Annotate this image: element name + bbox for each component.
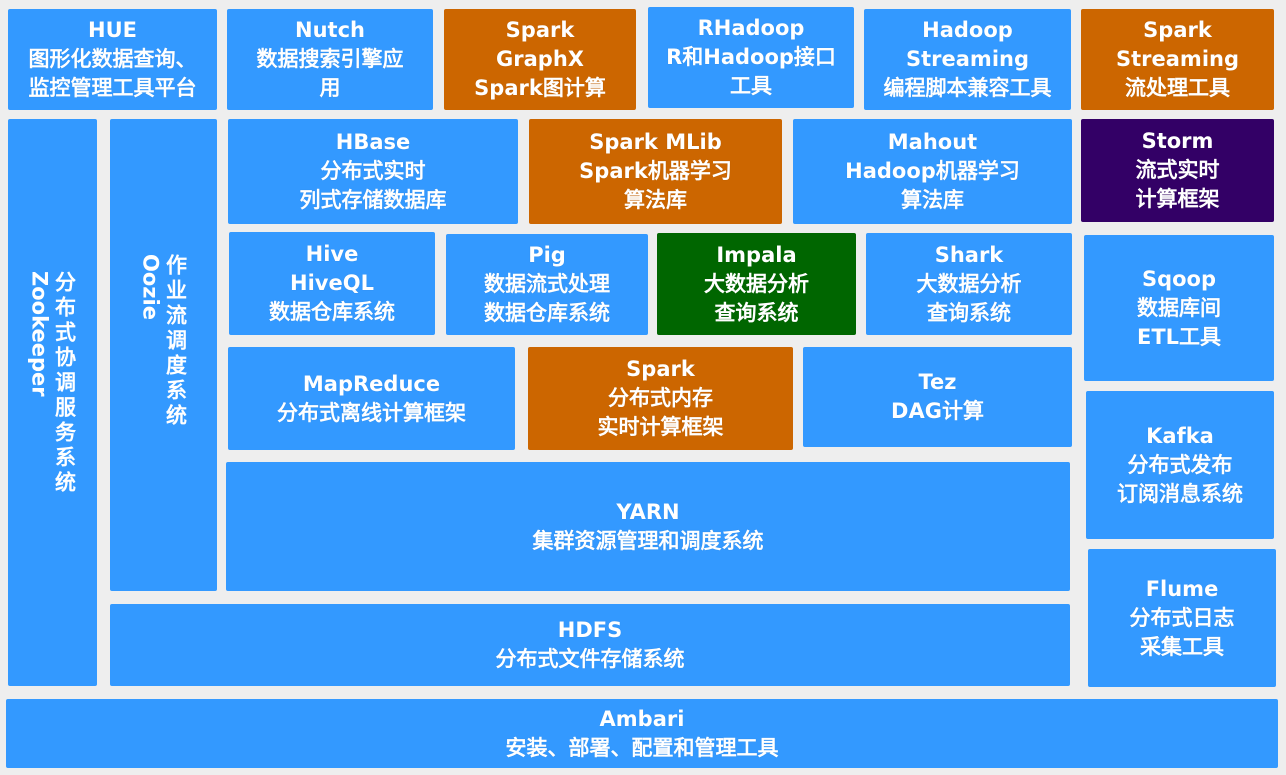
nutch-desc-2: 用 — [319, 76, 341, 100]
mahout-desc-1: Hadoop机器学习 — [845, 159, 1020, 183]
sqoop-block: Sqoop 数据库间 ETL工具 — [1084, 235, 1274, 381]
hadoop-streaming-block: Hadoop Streaming 编程脚本兼容工具 — [864, 9, 1071, 110]
pig-desc-1: 数据流式处理 — [484, 272, 610, 296]
spark-graphx-desc: Spark图计算 — [474, 76, 606, 100]
spark-streaming-title-1: Spark — [1143, 18, 1212, 42]
zookeeper-desc: 分布式协调服务系统 — [52, 271, 77, 496]
spark-block: Spark 分布式内存 实时计算框架 — [528, 347, 793, 450]
hue-desc-2: 监控管理工具平台 — [28, 76, 197, 100]
zookeeper-block: Zookeeper 分布式协调服务系统 — [8, 119, 97, 686]
spark-streaming-desc: 流处理工具 — [1125, 76, 1230, 100]
spark-desc-2: 实时计算框架 — [597, 415, 724, 439]
shark-block: Shark 大数据分析 查询系统 — [866, 233, 1072, 335]
mapreduce-block: MapReduce 分布式离线计算框架 — [228, 347, 515, 450]
hive-desc-1: HiveQL — [290, 271, 374, 295]
rhadoop-title: RHadoop — [697, 16, 805, 40]
impala-desc-1: 大数据分析 — [704, 271, 809, 296]
spark-mlib-desc-2: 算法库 — [624, 188, 687, 212]
impala-desc-2: 查询系统 — [714, 300, 799, 325]
ambari-block: Ambari 安装、部署、配置和管理工具 — [6, 699, 1278, 768]
nutch-block: Nutch 数据搜索引擎应 用 — [227, 9, 433, 110]
impala-block: Impala 大数据分析 查询系统 — [657, 233, 856, 335]
tez-title: Tez — [918, 370, 957, 394]
storm-title: Storm — [1141, 129, 1214, 153]
hbase-block: HBase 分布式实时 列式存储数据库 — [228, 119, 518, 224]
spark-graphx-block: Spark GraphX Spark图计算 — [444, 9, 636, 110]
zookeeper-title: Zookeeper — [27, 271, 52, 397]
flume-block: Flume 分布式日志 采集工具 — [1088, 549, 1276, 687]
hdfs-title: HDFS — [557, 618, 623, 642]
hbase-desc-1: 分布式实时 — [320, 159, 426, 183]
rhadoop-desc-1: R和Hadoop接口 — [666, 45, 836, 69]
hive-title: Hive — [305, 242, 359, 266]
storm-desc-1: 流式实时 — [1135, 158, 1220, 182]
flume-desc-2: 采集工具 — [1140, 634, 1224, 659]
kafka-desc-1: 分布式发布 — [1127, 452, 1233, 477]
mapreduce-title: MapReduce — [302, 371, 441, 396]
yarn-block: YARN 集群资源管理和调度系统 — [226, 462, 1070, 591]
sqoop-desc-1: 数据库间 — [1137, 295, 1221, 320]
mahout-desc-2: 算法库 — [901, 188, 964, 212]
flume-desc-1: 分布式日志 — [1129, 605, 1235, 630]
hue-desc-1: 图形化数据查询、 — [28, 47, 197, 71]
yarn-title: YARN — [616, 499, 680, 524]
hue-title: HUE — [88, 18, 137, 42]
oozie-block: Oozie 作业流调度系统 — [110, 119, 217, 591]
rhadoop-desc-2: 工具 — [730, 74, 772, 98]
kafka-title: Kafka — [1146, 423, 1214, 448]
oozie-title: Oozie — [138, 254, 163, 320]
ambari-title: Ambari — [599, 706, 685, 731]
tez-block: Tez DAG计算 — [803, 347, 1072, 447]
hbase-title: HBase — [335, 130, 411, 154]
hadoop-streaming-title-1: Hadoop — [922, 18, 1013, 42]
sqoop-desc-2: ETL工具 — [1136, 324, 1222, 349]
pig-block: Pig 数据流式处理 数据仓库系统 — [446, 234, 648, 335]
shark-desc-2: 查询系统 — [927, 300, 1011, 325]
hive-block: Hive HiveQL 数据仓库系统 — [229, 232, 435, 335]
mapreduce-desc: 分布式离线计算框架 — [277, 400, 466, 425]
hive-desc-2: 数据仓库系统 — [269, 300, 395, 324]
hadoop-streaming-desc: 编程脚本兼容工具 — [883, 76, 1052, 100]
ambari-desc: 安装、部署、配置和管理工具 — [505, 735, 779, 760]
impala-title: Impala — [716, 242, 797, 267]
sqoop-title: Sqoop — [1141, 266, 1217, 291]
oozie-desc: 作业流调度系统 — [163, 254, 188, 429]
hbase-desc-2: 列式存储数据库 — [299, 188, 447, 212]
shark-desc-1: 大数据分析 — [916, 271, 1022, 296]
hdfs-desc: 分布式文件存储系统 — [495, 647, 685, 671]
mahout-title: Mahout — [887, 130, 978, 154]
shark-title: Shark — [934, 242, 1004, 267]
yarn-desc: 集群资源管理和调度系统 — [532, 528, 764, 553]
kafka-desc-2: 订阅消息系统 — [1117, 481, 1243, 506]
spark-desc-1: 分布式内存 — [608, 386, 713, 410]
storm-desc-2: 计算框架 — [1135, 187, 1220, 211]
pig-desc-2: 数据仓库系统 — [484, 301, 610, 325]
hadoop-streaming-title-2: Streaming — [906, 47, 1029, 71]
spark-graphx-title-1: Spark — [505, 18, 575, 42]
spark-mlib-title: Spark MLib — [589, 130, 722, 154]
flume-title: Flume — [1145, 576, 1219, 601]
kafka-block: Kafka 分布式发布 订阅消息系统 — [1086, 391, 1274, 539]
spark-streaming-title-2: Streaming — [1116, 47, 1239, 71]
spark-mlib-block: Spark MLib Spark机器学习 算法库 — [529, 119, 782, 224]
nutch-desc-1: 数据搜索引擎应 — [256, 47, 404, 71]
spark-graphx-title-2: GraphX — [496, 47, 584, 71]
mahout-block: Mahout Hadoop机器学习 算法库 — [793, 119, 1072, 224]
spark-mlib-desc-1: Spark机器学习 — [579, 159, 732, 183]
storm-block: Storm 流式实时 计算框架 — [1081, 119, 1274, 222]
tez-desc: DAG计算 — [891, 399, 984, 423]
spark-title: Spark — [626, 357, 695, 381]
pig-title: Pig — [528, 243, 566, 267]
nutch-title: Nutch — [295, 18, 365, 42]
hue-block: HUE 图形化数据查询、 监控管理工具平台 — [8, 9, 217, 110]
spark-streaming-block: Spark Streaming 流处理工具 — [1081, 9, 1274, 110]
hdfs-block: HDFS 分布式文件存储系统 — [110, 604, 1070, 686]
rhadoop-block: RHadoop R和Hadoop接口 工具 — [648, 7, 854, 108]
